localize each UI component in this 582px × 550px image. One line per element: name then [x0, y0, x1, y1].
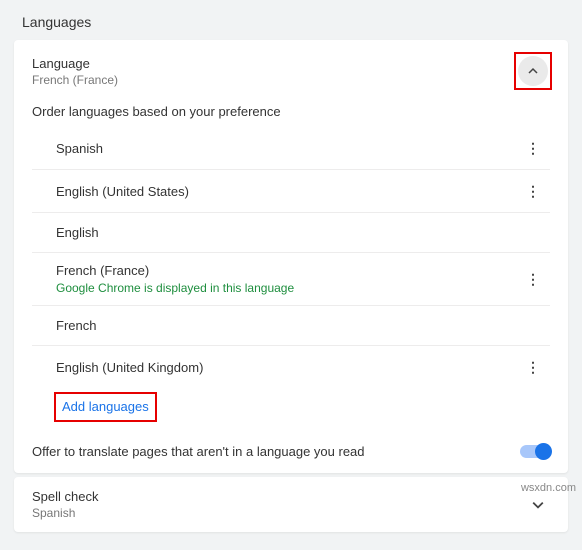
order-instruction: Order languages based on your preference [14, 102, 568, 127]
language-name: French [56, 318, 96, 333]
chevron-down-icon [532, 499, 544, 511]
list-item: English (United States) ⋮ [32, 170, 550, 213]
language-name: English [56, 225, 99, 240]
more-icon[interactable]: ⋮ [524, 182, 542, 200]
chevron-up-icon [528, 66, 538, 76]
spellcheck-label: Spell check [32, 489, 98, 504]
collapse-button[interactable] [518, 56, 548, 86]
translate-toggle[interactable] [520, 445, 550, 458]
add-language-row: Add languages [14, 382, 568, 436]
list-item: English [32, 213, 550, 253]
language-header-row: Language French (France) [14, 40, 568, 102]
watermark: wsxdn.com [521, 482, 576, 494]
more-icon[interactable]: ⋮ [524, 270, 542, 288]
language-name: Spanish [56, 141, 103, 156]
current-language: French (France) [32, 73, 118, 87]
list-item: French (France) Google Chrome is display… [32, 253, 550, 306]
list-item: Spanish ⋮ [32, 127, 550, 170]
spellcheck-card: Spell check Spanish [14, 477, 568, 532]
list-item: English (United Kingdom) ⋮ [32, 346, 550, 382]
language-list: Spanish ⋮ English (United States) ⋮ Engl… [14, 127, 568, 382]
translate-row: Offer to translate pages that aren't in … [14, 436, 568, 473]
spellcheck-row[interactable]: Spell check Spanish [14, 477, 568, 532]
language-name: English (United States) [56, 184, 189, 199]
spellcheck-value: Spanish [32, 506, 98, 520]
language-label: Language [32, 56, 118, 71]
add-language-highlight: Add languages [54, 392, 157, 422]
more-icon[interactable]: ⋮ [524, 139, 542, 157]
language-name: English (United Kingdom) [56, 360, 203, 375]
translate-label: Offer to translate pages that aren't in … [32, 444, 365, 459]
add-language-button[interactable]: Add languages [62, 399, 149, 414]
language-name: French (France) [56, 263, 294, 278]
page-title: Languages [14, 14, 568, 30]
language-note: Google Chrome is displayed in this langu… [56, 281, 294, 295]
languages-card: Language French (France) Order languages… [14, 40, 568, 473]
collapse-highlight [514, 52, 552, 90]
more-icon[interactable]: ⋮ [524, 358, 542, 376]
list-item: French [32, 306, 550, 346]
